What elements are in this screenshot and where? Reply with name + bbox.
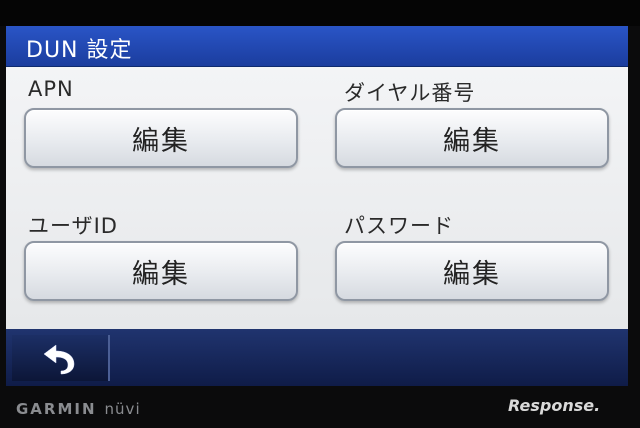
brand-name: GARMIN <box>16 400 97 418</box>
title-bar: DUN 設定 <box>6 26 628 67</box>
user-id-label: ユーザID <box>28 214 118 238</box>
dial-number-edit-button[interactable]: 編集 <box>335 108 609 168</box>
device-bezel-top <box>0 0 640 26</box>
password-edit-button[interactable]: 編集 <box>335 241 609 301</box>
bottom-nav-bar <box>6 329 628 386</box>
watermark: Response. <box>508 396 601 415</box>
page-title: DUN 設定 <box>26 38 133 63</box>
model-name: nüvi <box>104 400 141 418</box>
settings-panel: APN 編集 ダイヤル番号 編集 ユーザID 編集 パスワード 編集 <box>6 67 628 329</box>
back-arrow-icon <box>43 344 75 375</box>
device-brand: GARMIN nüvi <box>16 400 141 418</box>
apn-edit-button[interactable]: 編集 <box>24 108 298 168</box>
apn-label: APN <box>28 77 74 101</box>
password-label: パスワード <box>344 214 454 238</box>
user-id-edit-button[interactable]: 編集 <box>24 241 298 301</box>
dial-number-label: ダイヤル番号 <box>344 81 476 105</box>
device-screen: DUN 設定 APN 編集 ダイヤル番号 編集 ユーザID 編集 パスワード 編… <box>6 26 628 386</box>
back-button[interactable] <box>12 335 110 381</box>
